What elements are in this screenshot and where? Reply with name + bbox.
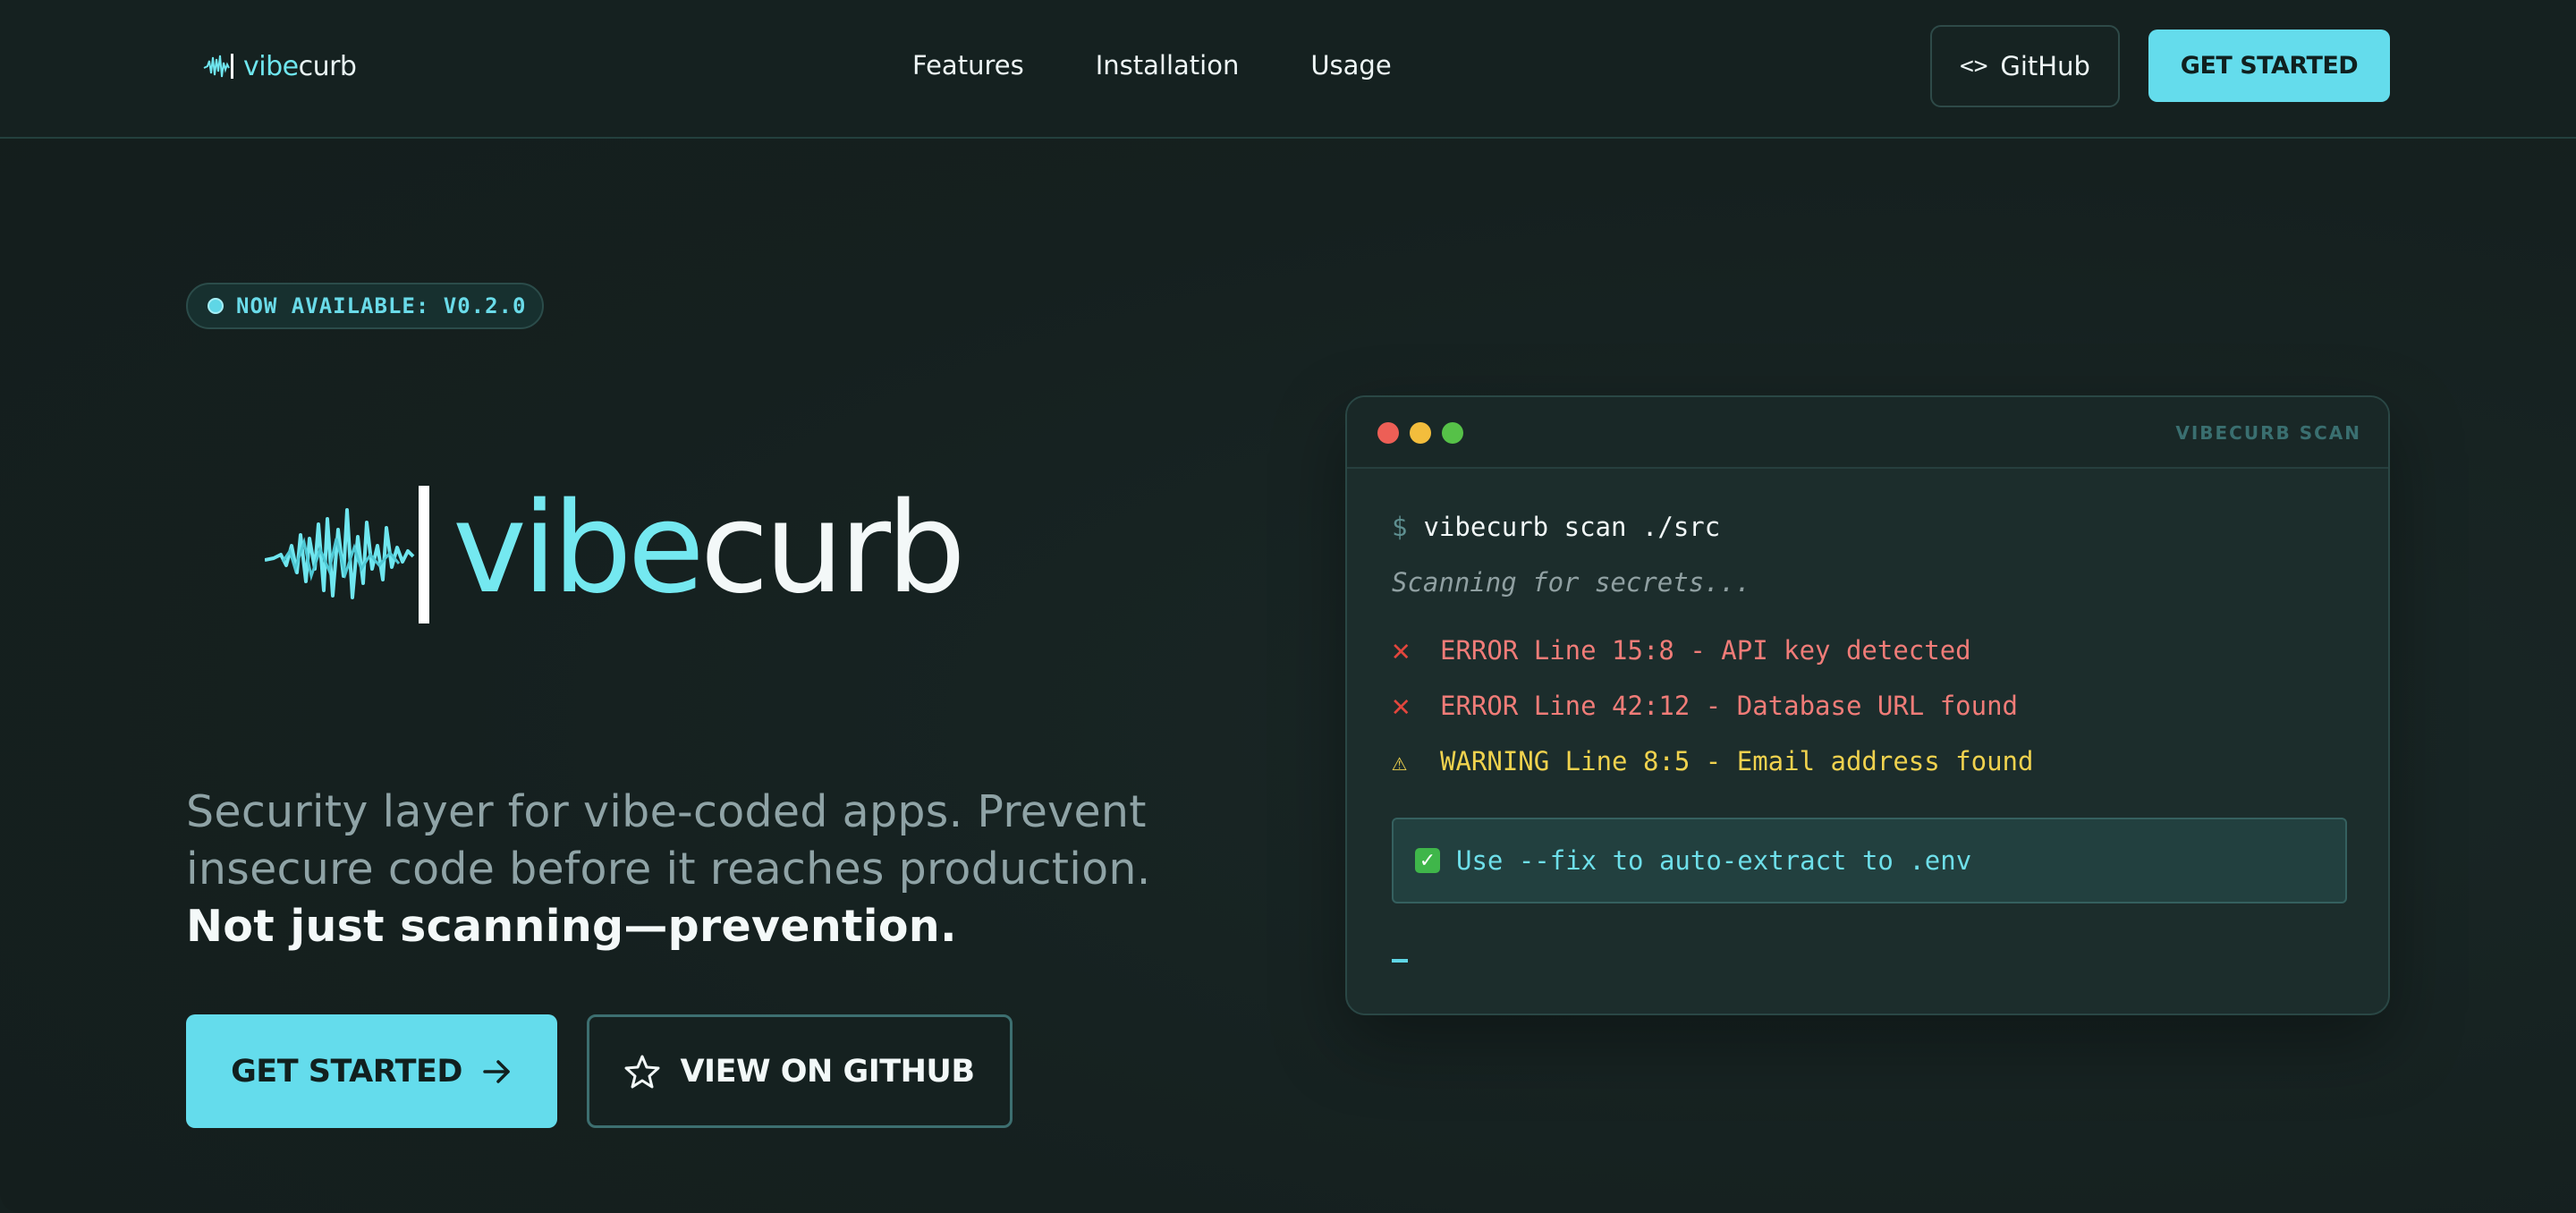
version-badge: NOW AVAILABLE: V0.2.0 [186,283,544,329]
error-text: ERROR Line 15:8 - API key detected [1440,635,1971,666]
star-icon [624,1055,660,1088]
arrow-right-icon [483,1059,510,1083]
top-navbar: vibecurb Features Installation Usage <> … [0,0,2576,139]
nav-link-features[interactable]: Features [912,50,1024,81]
close-dot-icon [1377,422,1399,444]
hero-get-started-button[interactable]: GET STARTED [186,1014,557,1128]
minimize-dot-icon [1410,422,1431,444]
hero-get-started-label: GET STARTED [231,1053,462,1090]
command-text: vibecurb scan ./src [1423,512,1721,542]
terminal-titlebar: VIBECURB SCAN [1347,397,2388,469]
terminal-window: VIBECURB SCAN $ vibecurb scan ./src Scan… [1345,395,2390,1015]
check-icon: ✓ [1415,848,1440,873]
brand-logo[interactable]: vibecurb [202,48,357,84]
waveform-icon [265,508,415,599]
github-button[interactable]: <> GitHub [1930,25,2120,107]
view-on-github-label: VIEW ON GITHUB [680,1053,975,1090]
command-line: $ vibecurb scan ./src [1392,512,1721,542]
error-line: ✕ ERROR Line 42:12 - Database URL found [1392,688,2019,724]
nav-link-usage[interactable]: Usage [1310,50,1391,81]
warning-icon: ⚠ [1392,746,1407,776]
code-icon: <> [1960,53,1988,80]
warning-line: ⚠ WARNING Line 8:5 - Email address found [1392,746,2034,776]
fix-hint-box: ✓ Use --fix to auto-extract to .env [1392,818,2347,903]
logo-divider [419,486,429,623]
tagline-bold: Not just scanning—prevention. [186,901,957,952]
view-on-github-button[interactable]: VIEW ON GITHUB [587,1014,1013,1128]
window-controls [1377,422,1463,444]
status-dot-icon [208,298,224,314]
brand-name: vibecurb [243,50,357,82]
hero-tagline: Security layer for vibe-coded apps. Prev… [186,784,1206,955]
nav-link-installation[interactable]: Installation [1096,50,1240,81]
terminal-title: VIBECURB SCAN [2175,422,2361,444]
terminal-cursor [1392,959,1408,963]
fix-hint-text: Use --fix to auto-extract to .env [1456,845,1972,876]
error-line: ✕ ERROR Line 15:8 - API key detected [1392,632,1971,668]
hero-logo: vibecurb [265,476,966,626]
tagline-regular: Security layer for vibe-coded apps. Prev… [186,786,1151,895]
main-nav: Features Installation Usage [912,50,1392,81]
prompt-symbol: $ [1392,512,1408,542]
error-text: ERROR Line 42:12 - Database URL found [1440,691,2019,721]
version-badge-label: NOW AVAILABLE: V0.2.0 [236,293,527,318]
github-button-label: GitHub [2000,51,2090,81]
waveform-icon [203,54,233,79]
hero-wordmark: vibecurb [453,476,966,622]
get-started-button[interactable]: GET STARTED [2148,30,2390,102]
error-x-icon: ✕ [1392,632,1411,668]
maximize-dot-icon [1442,422,1463,444]
warning-text: WARNING Line 8:5 - Email address found [1440,746,2034,776]
error-x-icon: ✕ [1392,688,1411,724]
scanning-status: Scanning for secrets... [1392,567,1751,598]
